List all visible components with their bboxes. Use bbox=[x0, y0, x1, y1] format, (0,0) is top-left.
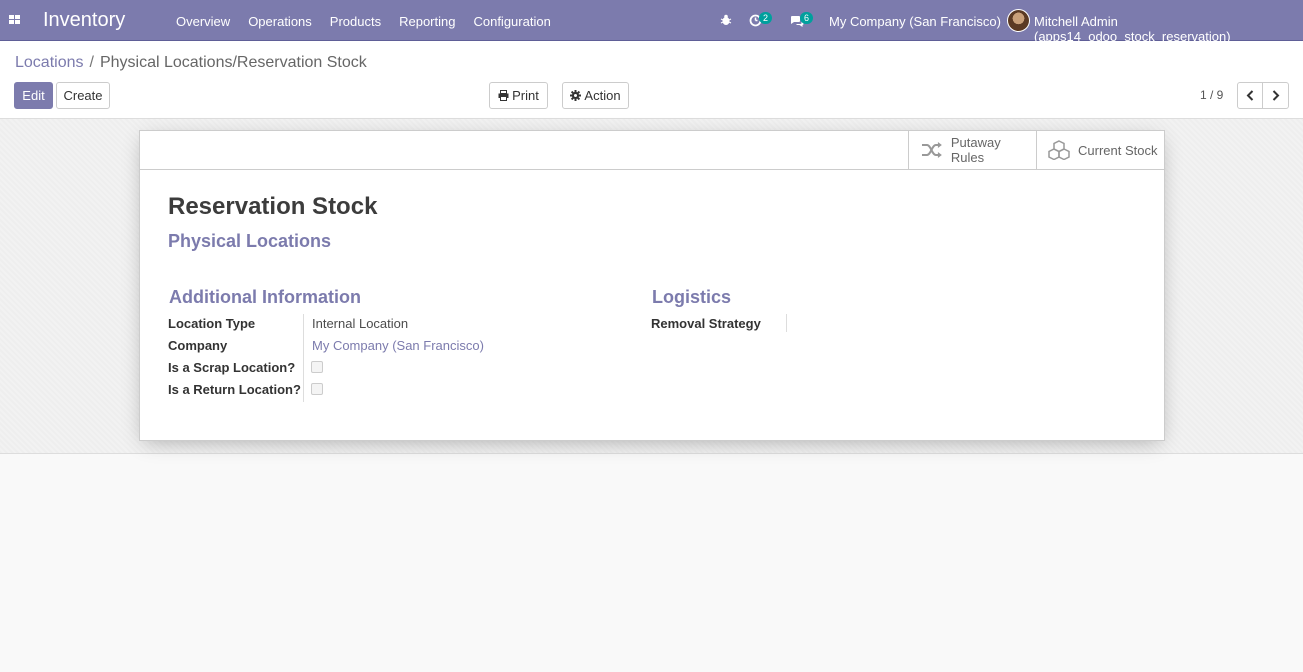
putaway-rules-label: Putaway Rules bbox=[950, 135, 1001, 165]
action-button[interactable]: Action bbox=[562, 82, 629, 109]
chevron-right-icon bbox=[1272, 90, 1279, 101]
pager-value[interactable]: 1 / 9 bbox=[1200, 88, 1223, 102]
menu-configuration[interactable]: Configuration bbox=[473, 14, 550, 29]
apps-menu-icon[interactable] bbox=[9, 15, 20, 25]
scrap-location-checkbox[interactable] bbox=[311, 361, 323, 373]
pager-next-button[interactable] bbox=[1262, 82, 1289, 109]
location-name[interactable]: Reservation Stock bbox=[168, 193, 377, 221]
breadcrumb-current: Physical Locations/Reservation Stock bbox=[99, 54, 367, 71]
return-location-checkbox[interactable] bbox=[311, 383, 323, 395]
removal-strategy-label: Removal Strategy bbox=[651, 316, 761, 331]
app-name[interactable]: Inventory bbox=[43, 9, 125, 32]
current-stock-label: Current Stock bbox=[1078, 142, 1158, 158]
edit-button[interactable]: Edit bbox=[14, 82, 53, 109]
company-label: Company bbox=[168, 338, 228, 353]
breadcrumb: Locations / Physical Locations/Reservation… bbox=[15, 54, 367, 72]
bug-icon[interactable] bbox=[720, 14, 732, 26]
menu-reporting[interactable]: Reporting bbox=[399, 14, 455, 29]
scrap-location-label: Is a Scrap Location? bbox=[168, 360, 296, 375]
menu-overview[interactable]: Overview bbox=[176, 14, 230, 29]
group-title-additional-information: Additional Information bbox=[169, 287, 361, 307]
print-label: Print bbox=[512, 88, 539, 103]
pager-previous-button[interactable] bbox=[1237, 82, 1263, 109]
menu-operations[interactable]: Operations bbox=[248, 14, 312, 29]
company-switcher[interactable]: My Company (San Francisco) bbox=[829, 14, 1001, 29]
top-navbar: Inventory Overview Operations Products R… bbox=[0, 0, 1303, 44]
print-icon bbox=[498, 90, 509, 101]
print-button[interactable]: Print bbox=[489, 82, 548, 109]
user-avatar[interactable] bbox=[1007, 9, 1030, 32]
putaway-rules-button[interactable]: Putaway Rules bbox=[908, 131, 1037, 169]
menu-products[interactable]: Products bbox=[330, 14, 381, 29]
chevron-left-icon bbox=[1246, 90, 1254, 101]
field-separator bbox=[786, 314, 787, 332]
message-count-badge: 6 bbox=[800, 12, 814, 24]
user-menu[interactable]: Mitchell Admin (apps14_odoo_stock_reserv… bbox=[1034, 14, 1303, 44]
breadcrumb-separator: / bbox=[89, 54, 94, 71]
breadcrumb-locations[interactable]: Locations bbox=[15, 54, 84, 71]
field-separator bbox=[303, 314, 304, 402]
parent-location[interactable]: Physical Locations bbox=[168, 231, 331, 252]
group-title-logistics: Logistics bbox=[652, 287, 732, 307]
main-menu: Overview Operations Products Reporting C… bbox=[176, 14, 569, 29]
activity-count-badge: 2 bbox=[759, 12, 773, 24]
cubes-icon bbox=[1048, 140, 1070, 160]
create-button[interactable]: Create bbox=[56, 82, 110, 109]
action-label: Action bbox=[584, 88, 621, 103]
shuffle-icon bbox=[921, 142, 942, 158]
company-link[interactable]: My Company (San Francisco) bbox=[312, 338, 484, 353]
current-stock-button[interactable]: Current Stock bbox=[1036, 131, 1164, 169]
control-panel: Locations / Physical Locations/Reservation… bbox=[0, 41, 1303, 119]
return-location-label: Is a Return Location? bbox=[168, 382, 301, 397]
location-type-label: Location Type bbox=[168, 316, 256, 331]
smart-button-box: Putaway Rules Current Stock bbox=[140, 131, 1164, 170]
gear-icon bbox=[570, 90, 582, 101]
form-sheet: Putaway Rules Current Stock Reservation … bbox=[139, 130, 1165, 441]
location-type-value[interactable]: Internal Location bbox=[312, 316, 408, 331]
